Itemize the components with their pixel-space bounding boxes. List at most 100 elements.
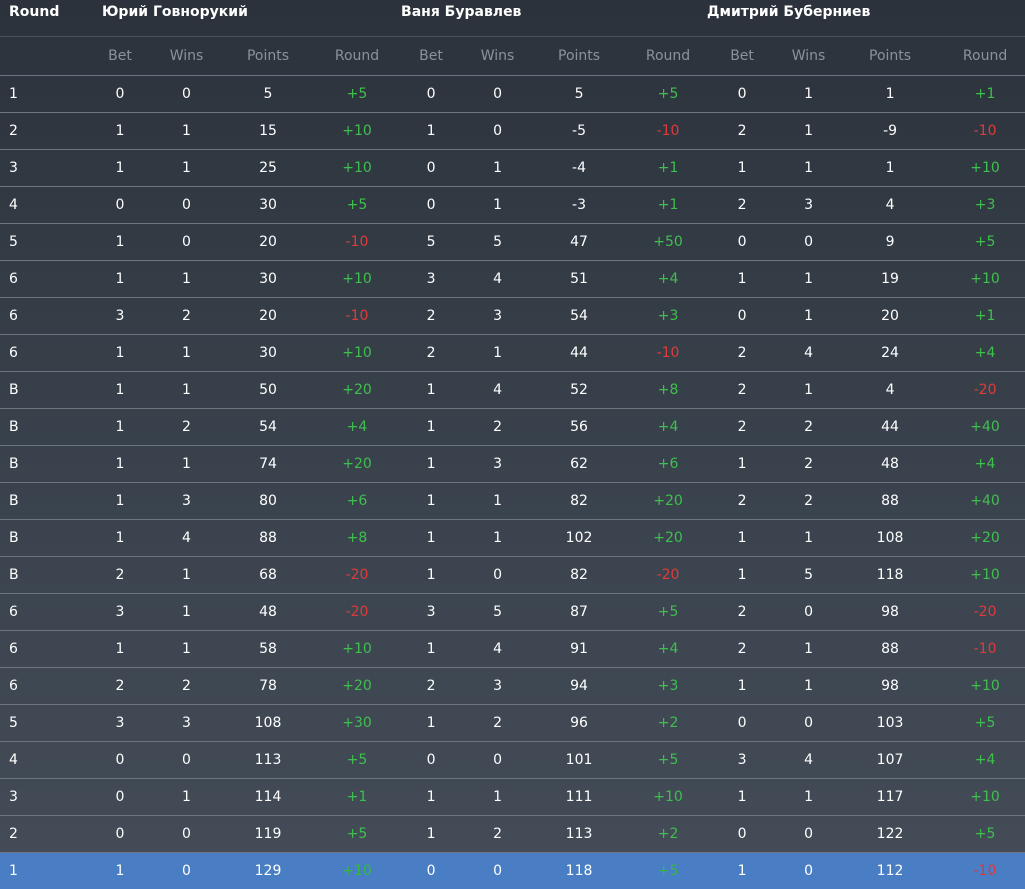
table-row[interactable]: 301114+111111+1011117+10 [0,779,1025,816]
table-row[interactable]: 61158+101491+42188-10 [0,631,1025,668]
p1-points-cell: 74 [213,446,323,483]
p3-round-cell: +4 [945,446,1025,483]
p3-bet-cell: 0 [702,705,782,742]
p2-points-cell: -3 [524,187,634,224]
p1-round-cell: +10 [323,150,391,187]
table-row[interactable]: 40030+501-3+1234+3 [0,187,1025,224]
table-row[interactable]: 61130+102144-102424+4 [0,335,1025,372]
table-row[interactable]: B1488+811102+2011108+20 [0,520,1025,557]
p1-round-cell: +10 [323,113,391,150]
p3-round-header: Round [945,37,1025,76]
table-row[interactable]: B1254+41256+42244+40 [0,409,1025,446]
p1-bet-cell: 1 [80,224,160,261]
table-row[interactable]: 21115+1010-5-1021-9-10 [0,113,1025,150]
p1-bet-cell: 0 [80,187,160,224]
table-row[interactable]: 63148-203587+52098-20 [0,594,1025,631]
p1-round-cell: +30 [323,705,391,742]
p2-points-cell: 44 [524,335,634,372]
p3-round-cell: -20 [945,372,1025,409]
p1-wins-cell: 3 [160,483,213,520]
round-number-cell: 5 [0,224,80,261]
table-row[interactable]: B1150+201452+8214-20 [0,372,1025,409]
p3-wins-cell: 0 [782,853,835,889]
round-number-cell: 3 [0,779,80,816]
p1-points-cell: 30 [213,335,323,372]
table-row[interactable]: 1005+5005+5011+1 [0,76,1025,113]
p3-points-cell: 103 [835,705,945,742]
p3-round-cell: +4 [945,742,1025,779]
p2-wins-cell: 5 [471,594,524,631]
p3-points-cell: 19 [835,261,945,298]
p1-points-cell: 15 [213,113,323,150]
p3-wins-cell: 1 [782,668,835,705]
table-row[interactable]: 400113+500101+534107+4 [0,742,1025,779]
p2-wins-cell: 1 [471,187,524,224]
table-row[interactable]: 62278+202394+31198+10 [0,668,1025,705]
p2-round-cell: +8 [634,372,702,409]
table-row[interactable]: 63220-102354+30120+1 [0,298,1025,335]
score-table: Round Юрий Говнорукий Ваня Буравлев Дмит… [0,0,1025,889]
p2-wins-cell: 1 [471,150,524,187]
p2-bet-cell: 0 [391,742,471,779]
p2-round-cell: +3 [634,668,702,705]
p1-wins-cell: 0 [160,224,213,261]
p3-points-cell: 20 [835,298,945,335]
p2-points-cell: -5 [524,113,634,150]
table-row[interactable]: 31125+1001-4+1111+10 [0,150,1025,187]
p2-bet-cell: 2 [391,298,471,335]
p1-wins-cell: 1 [160,261,213,298]
p3-round-cell: -10 [945,853,1025,889]
p2-points-cell: 101 [524,742,634,779]
round-header: Round [0,0,80,37]
round-number-cell: B [0,520,80,557]
p2-points-cell: 102 [524,520,634,557]
p1-bet-cell: 3 [80,594,160,631]
table-row[interactable]: B1174+201362+61248+4 [0,446,1025,483]
p2-round-cell: +5 [634,853,702,889]
table-row[interactable]: 533108+301296+200103+5 [0,705,1025,742]
p1-bet-cell: 1 [80,631,160,668]
round-number-cell: 4 [0,742,80,779]
p3-points-cell: 48 [835,446,945,483]
p3-wins-cell: 1 [782,520,835,557]
p1-round-cell: -20 [323,557,391,594]
p3-points-cell: 4 [835,372,945,409]
table-row[interactable]: 51020-105547+50009+5 [0,224,1025,261]
p1-round-cell: +6 [323,483,391,520]
p1-points-cell: 20 [213,224,323,261]
p2-points-cell: 113 [524,816,634,853]
p3-points-cell: 44 [835,409,945,446]
table-row[interactable]: 110129+1000118+510112-10 [0,853,1025,889]
p2-bet-header: Bet [391,37,471,76]
table-row[interactable]: 200119+512113+200122+5 [0,816,1025,853]
p3-bet-cell: 2 [702,631,782,668]
p1-round-cell: +10 [323,335,391,372]
p1-wins-header: Wins [160,37,213,76]
p3-points-cell: 88 [835,631,945,668]
p1-wins-cell: 0 [160,853,213,889]
p1-round-cell: +10 [323,261,391,298]
p3-bet-cell: 2 [702,594,782,631]
p1-wins-cell: 1 [160,446,213,483]
p3-points-cell: -9 [835,113,945,150]
table-row[interactable]: B1380+61182+202288+40 [0,483,1025,520]
p1-round-cell: +1 [323,779,391,816]
round-number-cell: 6 [0,668,80,705]
p3-wins-cell: 3 [782,187,835,224]
p3-round-cell: +40 [945,483,1025,520]
p1-round-cell: +10 [323,853,391,889]
p3-round-cell: +20 [945,520,1025,557]
p2-bet-cell: 1 [391,557,471,594]
p2-round-cell: +10 [634,779,702,816]
table-row[interactable]: 61130+103451+41119+10 [0,261,1025,298]
p3-round-cell: +5 [945,705,1025,742]
p1-bet-cell: 1 [80,335,160,372]
p2-points-header: Points [524,37,634,76]
table-row[interactable]: B2168-201082-2015118+10 [0,557,1025,594]
p1-bet-cell: 0 [80,76,160,113]
p1-round-header: Round [323,37,391,76]
p2-points-cell: 54 [524,298,634,335]
p1-points-cell: 113 [213,742,323,779]
p2-points-cell: 56 [524,409,634,446]
p1-round-cell: +8 [323,520,391,557]
